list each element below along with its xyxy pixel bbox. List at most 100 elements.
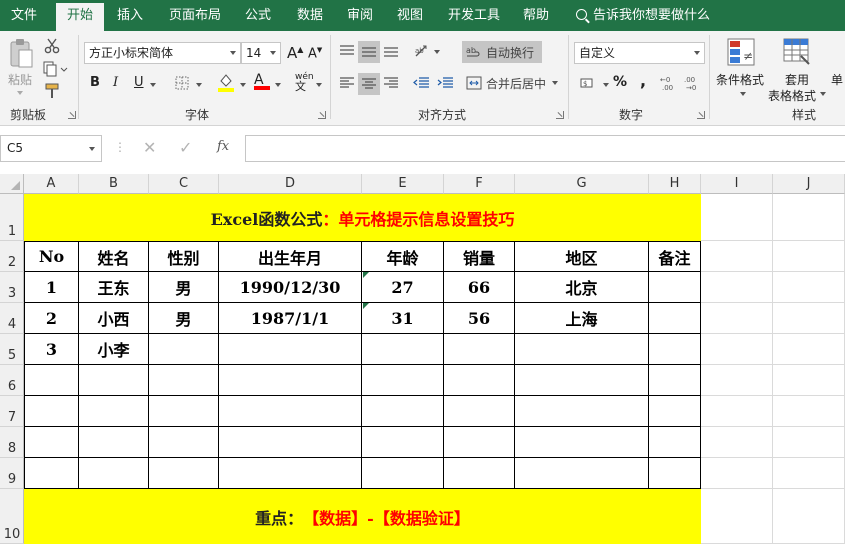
row-header-9[interactable]: 9: [0, 458, 24, 489]
table-cell[interactable]: [362, 427, 444, 458]
column-header-e[interactable]: E: [362, 174, 444, 194]
table-cell[interactable]: 27: [362, 272, 444, 303]
column-header-d[interactable]: D: [219, 174, 362, 194]
orientation-dropdown[interactable]: [434, 50, 440, 54]
fill-color-icon[interactable]: [216, 72, 236, 92]
cell-j9[interactable]: [773, 458, 845, 489]
borders-dropdown[interactable]: [196, 83, 202, 87]
bold-button[interactable]: B: [90, 75, 100, 90]
copy-icon[interactable]: [43, 60, 69, 78]
tab-review[interactable]: 审阅: [338, 0, 382, 31]
row-header-3[interactable]: 3: [0, 272, 24, 303]
table-cell[interactable]: [362, 334, 444, 365]
cut-icon[interactable]: [43, 37, 61, 55]
cell-styles-label[interactable]: 单: [831, 71, 843, 88]
conditional-formatting-icon[interactable]: ≠: [726, 37, 756, 67]
cell-i3[interactable]: [701, 272, 773, 303]
cell-i6[interactable]: [701, 365, 773, 396]
cell-j10[interactable]: [773, 489, 845, 544]
table-cell[interactable]: [24, 365, 79, 396]
number-format-combo[interactable]: 自定义: [574, 42, 705, 64]
format-as-table-label-1[interactable]: 套用: [785, 71, 809, 88]
table-cell[interactable]: 2: [24, 303, 79, 334]
number-launcher-icon[interactable]: [697, 111, 705, 119]
decrease-indent-icon[interactable]: [412, 74, 430, 92]
table-cell[interactable]: [219, 458, 362, 489]
wrap-text-button[interactable]: ab 自动换行: [462, 41, 542, 63]
italic-button[interactable]: I: [113, 75, 118, 90]
comma-style-icon[interactable]: ,: [640, 71, 646, 90]
table-cell[interactable]: [362, 365, 444, 396]
table-header-cell[interactable]: 备注: [649, 241, 701, 272]
tab-help[interactable]: 帮助: [514, 0, 558, 31]
underline-dropdown[interactable]: [150, 83, 156, 87]
cell-i5[interactable]: [701, 334, 773, 365]
tab-developer[interactable]: 开发工具: [440, 0, 508, 31]
table-cell[interactable]: [219, 427, 362, 458]
table-cell[interactable]: [649, 458, 701, 489]
table-cell[interactable]: [24, 396, 79, 427]
percent-button[interactable]: %: [613, 74, 627, 90]
tab-home[interactable]: 开始: [56, 3, 104, 31]
format-as-table-label-2[interactable]: 表格格式: [768, 87, 816, 104]
table-cell[interactable]: [149, 396, 219, 427]
drag-handle-icon[interactable]: ⋮: [114, 140, 126, 154]
table-header-cell[interactable]: 年龄: [362, 241, 444, 272]
insert-function-icon[interactable]: fx: [217, 139, 229, 154]
table-header-cell[interactable]: 性别: [149, 241, 219, 272]
accounting-format-icon[interactable]: $: [578, 74, 602, 92]
table-cell[interactable]: 小李: [79, 334, 149, 365]
increase-decimal-icon[interactable]: ←0.00: [660, 73, 680, 93]
table-cell[interactable]: [444, 365, 515, 396]
table-cell[interactable]: [444, 396, 515, 427]
table-cell[interactable]: [79, 396, 149, 427]
cell-i7[interactable]: [701, 396, 773, 427]
cell-i1[interactable]: [701, 194, 773, 241]
merge-center-button[interactable]: 合并后居中: [462, 74, 562, 92]
row-header-2[interactable]: 2: [0, 241, 24, 272]
column-header-c[interactable]: C: [149, 174, 219, 194]
column-header-j[interactable]: J: [773, 174, 845, 194]
table-cell[interactable]: [649, 303, 701, 334]
tab-page-layout[interactable]: 页面布局: [160, 0, 230, 31]
cell-j6[interactable]: [773, 365, 845, 396]
row-header-6[interactable]: 6: [0, 365, 24, 396]
table-cell[interactable]: [649, 334, 701, 365]
conditional-formatting-dropdown[interactable]: [740, 92, 746, 96]
table-cell[interactable]: [649, 272, 701, 303]
table-cell[interactable]: 王东: [79, 272, 149, 303]
cell-j5[interactable]: [773, 334, 845, 365]
font-color-dropdown[interactable]: [275, 83, 281, 87]
table-cell[interactable]: 1: [24, 272, 79, 303]
cell-i9[interactable]: [701, 458, 773, 489]
align-top-icon[interactable]: [338, 42, 356, 60]
orientation-icon[interactable]: ab: [413, 42, 433, 60]
table-cell[interactable]: [515, 427, 649, 458]
table-cell[interactable]: [362, 396, 444, 427]
decrease-decimal-icon[interactable]: .00 →0: [684, 73, 704, 93]
align-left-icon[interactable]: [338, 74, 356, 92]
select-all-button[interactable]: [0, 174, 24, 194]
name-box[interactable]: C5: [0, 135, 102, 162]
enter-icon[interactable]: ✓: [179, 138, 192, 157]
align-middle-icon[interactable]: [358, 41, 380, 63]
table-cell[interactable]: 3: [24, 334, 79, 365]
table-cell[interactable]: [444, 334, 515, 365]
table-cell[interactable]: 66: [444, 272, 515, 303]
tab-file[interactable]: 文件: [0, 0, 48, 31]
align-bottom-icon[interactable]: [382, 42, 400, 60]
row-header-4[interactable]: 4: [0, 303, 24, 334]
formula-input[interactable]: [245, 135, 845, 162]
cell-j7[interactable]: [773, 396, 845, 427]
cell-j4[interactable]: [773, 303, 845, 334]
table-cell[interactable]: 男: [149, 272, 219, 303]
cell-j2[interactable]: [773, 241, 845, 272]
table-cell[interactable]: [515, 396, 649, 427]
phonetic-dropdown[interactable]: [316, 83, 322, 87]
align-right-icon[interactable]: [382, 74, 400, 92]
column-header-i[interactable]: I: [701, 174, 773, 194]
table-cell[interactable]: [649, 427, 701, 458]
table-header-cell[interactable]: 姓名: [79, 241, 149, 272]
title-banner[interactable]: Excel函数公式 ：单元格提示信息设置技巧: [24, 194, 701, 241]
table-cell[interactable]: 1990/12/30: [219, 272, 362, 303]
